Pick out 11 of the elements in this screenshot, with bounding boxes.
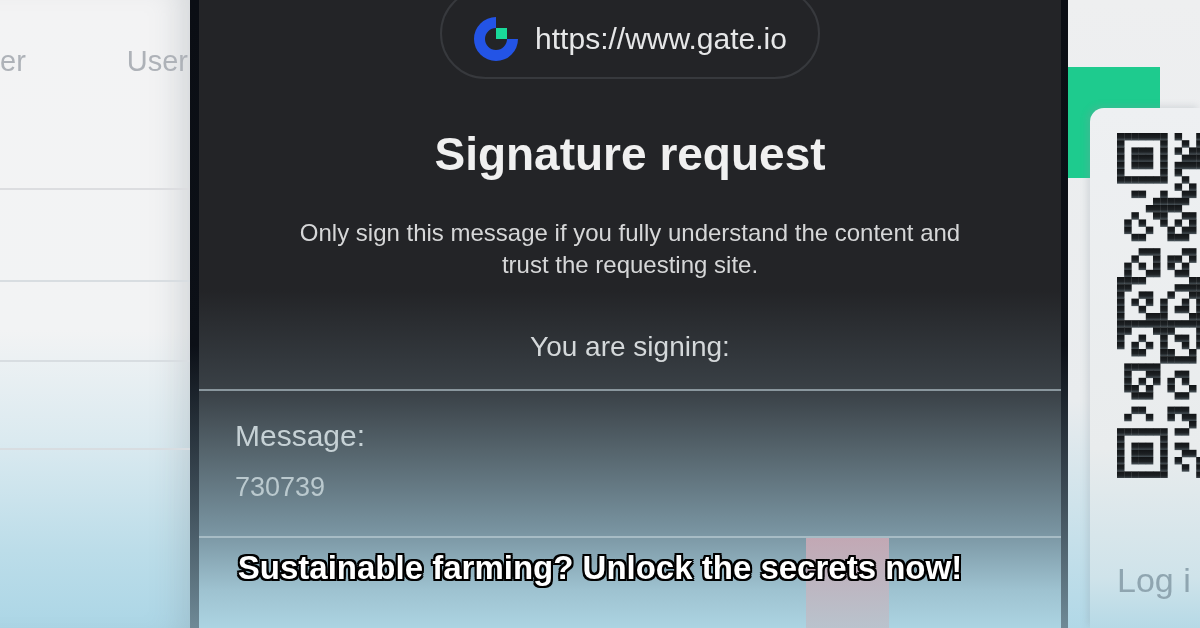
caption-text: Sustainable farming? Unlock the secrets now!	[237, 548, 963, 588]
message-value: 730739	[235, 471, 326, 504]
site-url: https://www.gate.io	[535, 21, 787, 57]
column-header: User	[126, 44, 188, 78]
column-header: er	[0, 44, 26, 78]
signing-label: You are signing:	[530, 330, 730, 364]
login-label: Log i	[1117, 560, 1192, 600]
message-label: Message:	[235, 418, 366, 454]
warning-text: Only sign this message if you fully understand the content and trust the requesting site.	[298, 218, 962, 280]
logo-icon	[473, 15, 520, 62]
dialog-title: Signature request	[434, 127, 826, 181]
